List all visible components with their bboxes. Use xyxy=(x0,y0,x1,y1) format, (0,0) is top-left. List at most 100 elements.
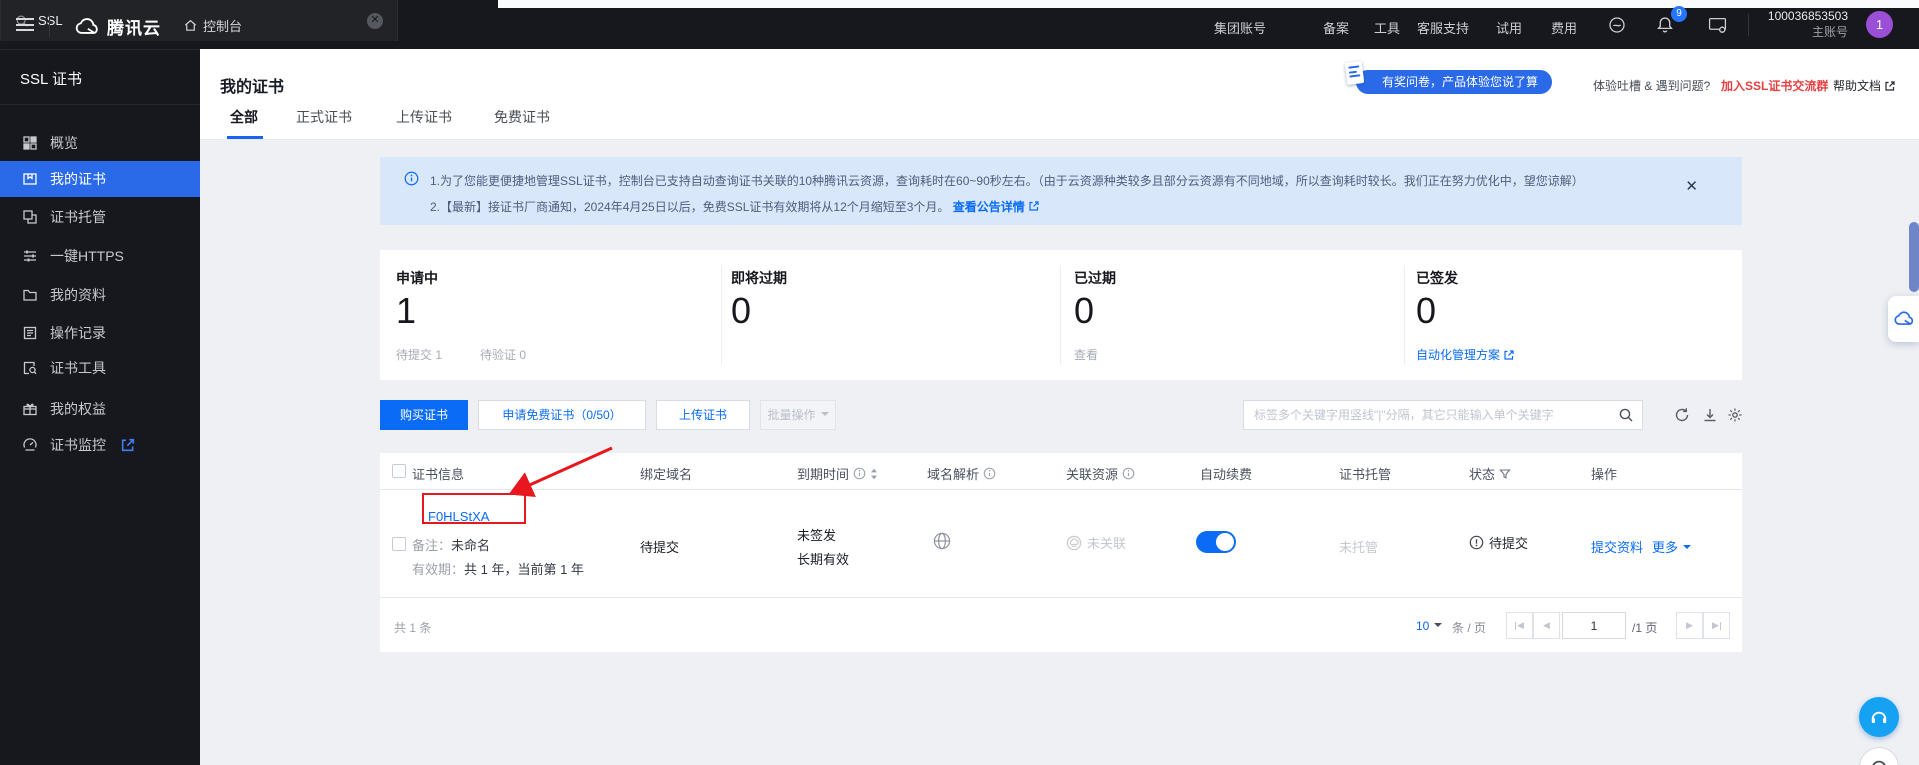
auto-renew-toggle[interactable] xyxy=(1196,531,1236,553)
nav-group-account[interactable]: 集团账号 xyxy=(1214,18,1266,37)
table-search xyxy=(1243,400,1643,430)
stat-issued-value: 0 xyxy=(1416,290,1436,332)
tab-all[interactable]: 全部 xyxy=(230,107,258,127)
stat-pending-sub1: 待提交 1 xyxy=(396,346,442,363)
sidebar-item-cert-hosting[interactable]: 证书托管 xyxy=(0,199,200,235)
prev-page-button[interactable]: ◀ xyxy=(1533,612,1560,639)
menu-icon[interactable] xyxy=(16,18,34,31)
account-info[interactable]: 100036853503 主账号 xyxy=(1764,8,1848,40)
nav-tools[interactable]: 工具 xyxy=(1374,18,1400,37)
console-link[interactable]: 控制台 xyxy=(183,16,242,35)
sidebar-title: SSL 证书 xyxy=(20,68,82,89)
nav-support[interactable]: 客服支持 xyxy=(1417,18,1469,37)
upload-cert-button[interactable]: 上传证书 xyxy=(656,400,750,430)
feedback-button[interactable] xyxy=(1859,747,1899,765)
sidebar-item-cert-tools[interactable]: 证书工具 xyxy=(0,350,200,386)
cell-expiry-term: 长期有效 xyxy=(797,549,849,568)
overview-icon xyxy=(22,135,38,151)
sidebar-item-my-certificates[interactable]: 我的证书 xyxy=(0,161,200,197)
sidebar-item-my-benefits[interactable]: 我的权益 xyxy=(0,391,200,427)
stats-card: 申请中 1 待提交 1 待验证 0 即将过期 0 已过期 0 查看 已签发 0 … xyxy=(380,250,1742,380)
home-icon xyxy=(183,18,198,33)
info-icon[interactable] xyxy=(983,467,996,480)
batch-action-button[interactable]: 批量操作 xyxy=(760,400,836,430)
page-size-select[interactable]: 10 xyxy=(1416,619,1442,633)
tab-paid-certs[interactable]: 正式证书 xyxy=(296,107,352,127)
apply-free-cert-button[interactable]: 申请免费证书（0/50） xyxy=(478,400,646,430)
search-icon[interactable] xyxy=(1618,407,1634,423)
customer-service-button[interactable] xyxy=(1859,697,1899,737)
column-settings-icon[interactable] xyxy=(1727,407,1743,423)
sort-icon[interactable] xyxy=(870,468,878,480)
cert-validity: 有效期：共 1 年，当前第 1 年 xyxy=(412,559,584,578)
external-link-icon xyxy=(1028,200,1040,212)
join-group-link[interactable]: 加入SSL证书交流群 xyxy=(1721,77,1828,94)
divider xyxy=(49,13,50,37)
scrollbar-thumb[interactable] xyxy=(1909,222,1919,292)
automation-link[interactable]: 自动化管理方案 xyxy=(1416,346,1515,363)
info-icon[interactable] xyxy=(853,467,866,480)
col-cert-info: 证书信息 xyxy=(412,464,464,483)
topbar: 腾讯云 控制台 ✕ 集团账号 备案 工具 客服支持 试用 费用 9 100036… xyxy=(0,0,1919,49)
sidebar-item-operation-log[interactable]: 操作记录 xyxy=(0,315,200,351)
sidebar-item-overview[interactable]: 概览 xyxy=(0,125,200,161)
page-number-input[interactable] xyxy=(1562,612,1626,639)
nav-icp[interactable]: 备案 xyxy=(1323,18,1349,37)
more-actions-link[interactable]: 更多 xyxy=(1652,537,1691,556)
announcement-link[interactable]: 查看公告详情 xyxy=(953,200,1025,214)
download-icon[interactable] xyxy=(1702,407,1718,423)
chevron-down-icon xyxy=(821,412,829,420)
survey-badge[interactable]: 有奖问卷，产品体验您说了算 xyxy=(1356,70,1552,94)
bell-icon[interactable] xyxy=(1656,16,1674,34)
stat-expired-view-link[interactable]: 查看 xyxy=(1074,346,1098,363)
banner-line-2: 2.【最新】接证书厂商通知，2024年4月25日以后，免费SSL证书有效期将从1… xyxy=(430,198,1040,215)
close-icon[interactable]: ✕ xyxy=(1685,179,1698,194)
refresh-icon[interactable] xyxy=(1674,407,1690,423)
row-checkbox[interactable] xyxy=(392,537,406,551)
sidebar-item-cert-monitor[interactable]: 证书监控 xyxy=(0,427,200,463)
tencent-cloud-logo[interactable]: 腾讯云 xyxy=(74,14,161,39)
submit-info-link[interactable]: 提交资料 xyxy=(1591,537,1643,556)
stat-pending-label: 申请中 xyxy=(396,268,438,288)
page-title: 我的证书 xyxy=(220,73,284,97)
console-settings-icon[interactable] xyxy=(1708,16,1727,34)
nav-trial[interactable]: 试用 xyxy=(1496,18,1522,37)
col-auto-renew: 自动续费 xyxy=(1200,464,1252,483)
divider xyxy=(1404,265,1405,365)
cell-resources: 未关联 xyxy=(1066,533,1126,552)
sidebar-item-one-click-https[interactable]: 一键HTTPS xyxy=(0,238,200,274)
buy-cert-button[interactable]: 购买证书 xyxy=(380,400,468,430)
tab-uploaded-certs[interactable]: 上传证书 xyxy=(396,107,452,127)
next-page-button[interactable]: ▶ xyxy=(1676,612,1703,639)
cell-hosting: 未托管 xyxy=(1339,537,1378,556)
cert-id-link[interactable]: F0HLStXA xyxy=(428,509,489,524)
first-page-button[interactable]: ◀ xyxy=(1506,612,1533,639)
top-strip xyxy=(498,0,1919,8)
cert-remark: 备注：未命名 xyxy=(412,535,490,554)
select-all-checkbox[interactable] xyxy=(392,464,406,478)
info-icon[interactable] xyxy=(1122,467,1135,480)
banner-line-1: 1.为了您能更便捷地管理SSL证书，控制台已支持自动查询证书关联的10种腾讯云资… xyxy=(430,172,1584,189)
notification-badge: 9 xyxy=(1671,6,1687,22)
keyword-search-input[interactable] xyxy=(1254,408,1618,422)
divider xyxy=(1748,14,1749,36)
external-link-icon xyxy=(1884,80,1896,92)
avatar[interactable]: 1 xyxy=(1866,11,1893,38)
last-page-button[interactable]: ▶ xyxy=(1703,612,1730,639)
account-role: 主账号 xyxy=(1764,24,1848,40)
voucher-icon[interactable] xyxy=(1608,16,1626,34)
table-header-row: 证书信息 绑定域名 到期时间 域名解析 关联资源 自动续费 证书托管 状态 操作 xyxy=(380,453,1742,490)
sliders-icon xyxy=(22,248,38,264)
sidebar-item-my-profile[interactable]: 我的资料 xyxy=(0,277,200,313)
col-hosting: 证书托管 xyxy=(1339,464,1391,483)
help-doc-link[interactable]: 帮助文档 xyxy=(1833,77,1896,94)
dns-globe-icon[interactable] xyxy=(932,531,952,551)
tab-free-certs[interactable]: 免费证书 xyxy=(494,107,550,127)
nav-billing[interactable]: 费用 xyxy=(1551,18,1577,37)
stat-issued-label: 已签发 xyxy=(1416,268,1458,288)
filter-icon[interactable] xyxy=(1499,468,1511,480)
cloud-assistant-widget[interactable] xyxy=(1888,296,1919,342)
stat-pending-value: 1 xyxy=(396,290,416,332)
cell-domain: 待提交 xyxy=(640,537,679,556)
clear-search-icon[interactable]: ✕ xyxy=(367,13,383,29)
